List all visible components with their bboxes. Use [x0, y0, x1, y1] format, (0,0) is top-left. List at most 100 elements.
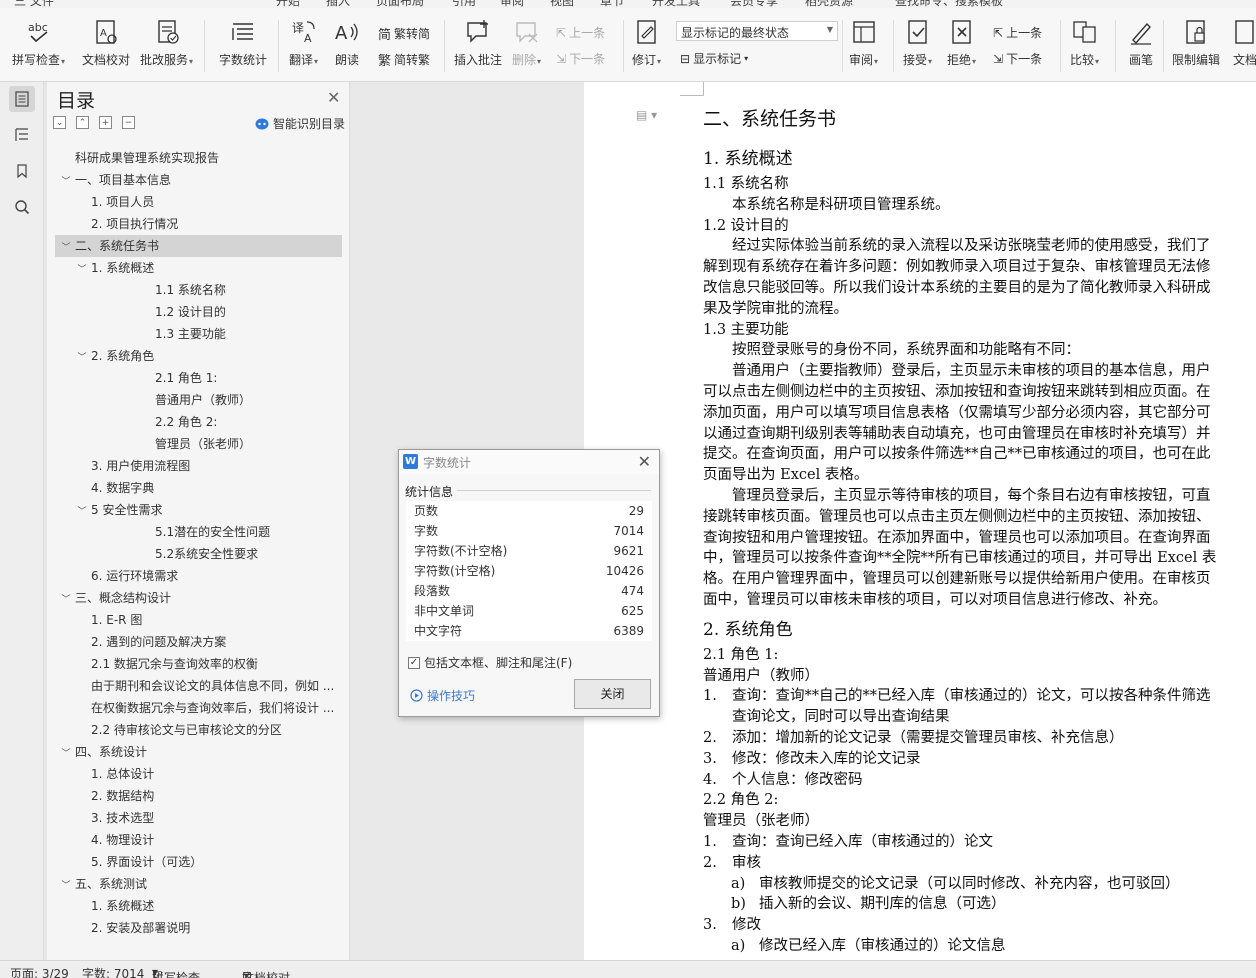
track-changes-button[interactable]: 修订▾ — [632, 18, 661, 74]
tips-link[interactable]: 操作技巧 — [410, 687, 475, 704]
word-count-icon — [229, 18, 257, 46]
menu-references[interactable]: 引用 — [452, 0, 476, 8]
delete-comment-button[interactable]: 删除▾ — [512, 18, 541, 74]
toc-item[interactable]: 2. 安装及部署说明 — [55, 917, 342, 939]
toc-item[interactable]: ﹀ 2. 系统角色 — [55, 345, 342, 367]
menu-section[interactable]: 章节 — [600, 0, 624, 8]
smart-toc-icon — [255, 118, 269, 129]
toc-item[interactable]: 2.2 角色 2: — [55, 411, 342, 433]
accept-button[interactable]: 接受▾ — [903, 18, 932, 74]
reject-button[interactable]: 拒绝▾ — [947, 18, 976, 74]
toc-item-active[interactable]: ﹀ 二、系统任务书 — [55, 235, 342, 257]
toc-pane-button[interactable] — [9, 86, 35, 112]
toc-item[interactable]: 1. 项目人员 — [55, 191, 342, 213]
expand-icon[interactable]: ⌃ — [76, 116, 89, 129]
menu-developer[interactable]: 开发工具 — [652, 0, 700, 8]
review-pane-button[interactable]: 审阅▾ — [849, 18, 878, 74]
toc-item[interactable]: 5.1潜在的安全性问题 — [55, 521, 342, 543]
toc-item[interactable]: 5.2系统安全性要求 — [55, 543, 342, 565]
menu-home[interactable]: 开始 — [276, 0, 300, 8]
toc-item[interactable]: ﹀ 一、项目基本信息 — [55, 169, 342, 191]
document-body[interactable]: 二、系统任务书 1. 系统概述 1.1 系统名称 本系统名称是科研项目管理系统。… — [703, 104, 1256, 957]
lock-doc-icon — [1182, 18, 1210, 46]
doc-proof-button[interactable]: A 文档校对 — [82, 18, 130, 74]
trad-to-simp-button[interactable]: 简繁转简 — [378, 24, 430, 43]
toc-item[interactable]: 2. 项目执行情况 — [55, 213, 342, 235]
bookmark-icon — [17, 164, 27, 179]
toc-item[interactable]: ﹀ 三、概念结构设计 — [55, 587, 342, 609]
toc-item[interactable]: ﹀ 5 安全性需求 — [55, 499, 342, 521]
toc-item[interactable]: 1.3 主要功能 — [55, 323, 342, 345]
remove-heading-icon[interactable]: − — [122, 116, 135, 129]
menu-review[interactable]: 审阅 — [500, 0, 524, 8]
toc-item[interactable]: 4. 物理设计 — [55, 829, 342, 851]
next-comment-button[interactable]: ⇲ 下一条 — [556, 50, 605, 67]
menu-insert[interactable]: 插入 — [326, 0, 350, 8]
ink-button[interactable]: 画笔 — [1127, 18, 1155, 74]
include-footnotes-checkbox[interactable]: ✓ 包括文本框、脚注和尾注(F) — [408, 654, 572, 671]
translate-button[interactable]: 译A 翻译▾ — [289, 18, 318, 74]
toc-item[interactable]: 2.1 数据冗余与查询效率的权衡 — [55, 653, 342, 675]
prev-change-button[interactable]: ⇱ 上一条 — [993, 24, 1042, 41]
read-aloud-button[interactable]: A 朗读 — [333, 18, 361, 74]
toc-item[interactable]: ﹀ 五、系统测试 — [55, 873, 342, 895]
toc-item[interactable]: ﹀ 1. 系统概述 — [55, 257, 342, 279]
toc-item[interactable]: 2.2 待审核论文与已审核论文的分区 — [55, 719, 342, 741]
toc-item[interactable]: 6. 运行环境需求 — [55, 565, 342, 587]
menu-docer[interactable]: 稻壳资源 — [805, 0, 853, 8]
toc-item[interactable]: 1.1 系统名称 — [55, 279, 342, 301]
paragraph-line: 面中，管理员可以审核未审核的项目，可以对项目信息进行修改、补充。 — [703, 591, 1167, 608]
dialog-titlebar[interactable]: W 字数统计 ✕ — [399, 450, 659, 474]
subheading: 1.2 设计目的 — [703, 217, 789, 234]
next-change-button[interactable]: ⇲ 下一条 — [993, 50, 1042, 67]
doc-rights-button[interactable]: 文档 — [1231, 18, 1256, 74]
chapter-nav-button[interactable] — [9, 122, 35, 148]
menu-file[interactable]: 三 文件 — [14, 0, 54, 8]
toc-item[interactable]: 1.2 设计目的 — [55, 301, 342, 323]
toc-item[interactable]: 科研成果管理系统实现报告 — [55, 147, 342, 169]
restrict-edit-button[interactable]: 限制编辑 — [1172, 18, 1220, 74]
close-icon[interactable]: ✕ — [327, 88, 340, 107]
add-heading-icon[interactable]: + — [99, 116, 112, 129]
toc-item[interactable]: 3. 用户使用流程图 — [55, 455, 342, 477]
toc-item[interactable]: 2. 遇到的问题及解决方案 — [55, 631, 342, 653]
toc-item[interactable]: 5. 界面设计（可选） — [55, 851, 342, 873]
menu-layout[interactable]: 页面布局 — [376, 0, 424, 8]
spell-check-button[interactable]: abc 拼写检查▾ — [12, 18, 65, 74]
toc-item[interactable]: ﹀ 四、系统设计 — [55, 741, 342, 763]
spell-check-status[interactable]: ☑ 拼写检查 ▾ — [152, 965, 200, 978]
markup-select[interactable]: 显示标记的最终状态 ▼ — [676, 21, 838, 41]
annotate-service-button[interactable]: 批改服务▾ — [140, 18, 193, 74]
toc-item[interactable]: 2.1 角色 1: — [55, 367, 342, 389]
simp-to-trad-button[interactable]: 繁简转繁 — [378, 50, 430, 69]
word-count-button[interactable]: 字数统计 — [219, 18, 267, 74]
close-button[interactable]: 关闭 — [574, 679, 651, 709]
toc-item[interactable]: 2. 数据结构 — [55, 785, 342, 807]
find-button[interactable] — [9, 194, 35, 220]
prev-comment-button[interactable]: ⇱ 上一条 — [556, 24, 605, 41]
bookmark-button[interactable] — [9, 158, 35, 184]
toc-item[interactable]: 管理员（张老师） — [55, 433, 342, 455]
show-markup-button[interactable]: ⊟ 显示标记 ▾ — [680, 50, 748, 67]
menu-search[interactable]: 查找命令、搜索模板 — [895, 0, 1003, 8]
toc-item[interactable]: 由于期刊和会议论文的具体信息不同，例如 ... — [55, 675, 342, 697]
close-icon[interactable]: ✕ — [638, 452, 651, 471]
compare-button[interactable]: 比较▾ — [1070, 18, 1099, 74]
page-indicator[interactable]: 页面: 3/29 — [10, 965, 69, 978]
toc-item[interactable]: 4. 数据字典 — [55, 477, 342, 499]
toc-item[interactable]: 1. 总体设计 — [55, 763, 342, 785]
toc-item[interactable]: 1. 系统概述 — [55, 895, 342, 917]
collapse-all-icon[interactable]: ⌄ — [53, 116, 66, 129]
word-count-indicator[interactable]: 字数: 7014 — [82, 965, 144, 978]
menu-view[interactable]: 视图 — [550, 0, 574, 8]
toc-item[interactable]: 1. E-R 图 — [55, 609, 342, 631]
toc-item[interactable]: 3. 技术选型 — [55, 807, 342, 829]
paste-options-icon[interactable]: ▤ ▾ — [636, 108, 657, 122]
document-page[interactable]: ▤ ▾ 二、系统任务书 1. 系统概述 1.1 系统名称 本系统名称是科研项目管… — [584, 82, 1256, 960]
toc-item[interactable]: 在权衡数据冗余与查询效率后，我们将设计 ... — [55, 697, 342, 719]
insert-comment-button[interactable]: 插入批注 — [454, 18, 502, 74]
toc-item[interactable]: 普通用户（教师） — [55, 389, 342, 411]
smart-toc-button[interactable]: 智能识别目录 — [255, 115, 345, 132]
stats-section-label: 统计信息 — [405, 485, 454, 499]
menu-member[interactable]: 会员专享 — [730, 0, 778, 8]
